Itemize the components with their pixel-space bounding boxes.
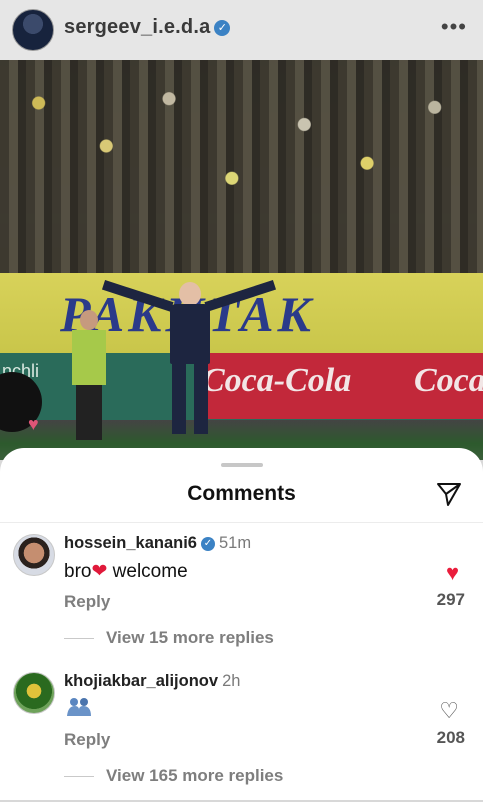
verified-badge-icon: ✓ xyxy=(214,19,231,36)
comments-title: Comments xyxy=(187,482,296,505)
steward-figure xyxy=(68,310,108,440)
comment-item: khojiakbar_alijonov 2h Reply ♡ 208 View 1… xyxy=(0,672,483,802)
more-options-icon[interactable]: ••• xyxy=(441,14,467,40)
commenter-avatar[interactable] xyxy=(13,672,55,714)
comment-time: 2h xyxy=(222,672,241,690)
small-heart-icon: ♥ xyxy=(28,414,39,434)
commenter-username[interactable]: hossein_kanani6 ✓ 51m xyxy=(64,534,251,553)
drag-handle[interactable] xyxy=(221,463,263,467)
reply-button[interactable]: Reply xyxy=(64,592,110,612)
comment-text: bro❤ welcome xyxy=(64,561,188,582)
view-more-replies-button[interactable]: View 165 more replies xyxy=(64,766,283,786)
player-figure xyxy=(101,279,277,442)
heart-emoji-icon: ❤ xyxy=(91,561,108,582)
send-icon[interactable] xyxy=(435,480,463,508)
like-count: 297 xyxy=(436,590,465,609)
ad-text-right: Coca xyxy=(414,362,483,399)
reply-button[interactable]: Reply xyxy=(64,730,110,750)
replies-divider xyxy=(64,775,94,777)
post-photo[interactable]: PAKHTAK Coca-Cola Coca nchli kal ♥ xyxy=(0,60,483,460)
people-hugging-icon xyxy=(67,698,91,716)
comment-time: 51m xyxy=(218,534,252,552)
post-author-username[interactable]: sergeev_i.e.d.a ✓ xyxy=(64,16,231,39)
heart-outline-icon[interactable]: ♡ xyxy=(439,698,459,724)
heart-filled-icon[interactable]: ♥ xyxy=(446,560,459,586)
replies-divider xyxy=(64,637,94,639)
ad-text-left: Coca-Cola xyxy=(202,362,352,399)
comments-sheet: Comments hossein_kanani6 ✓ 51m bro❤ welcom… xyxy=(0,448,483,800)
crowd-background xyxy=(0,60,483,275)
sheet-divider xyxy=(0,522,483,523)
post-header: sergeev_i.e.d.a ✓ ••• xyxy=(0,0,483,60)
like-count: 208 xyxy=(436,728,465,747)
view-more-replies-button[interactable]: View 15 more replies xyxy=(64,628,274,648)
commenter-avatar[interactable] xyxy=(13,534,55,576)
comment-item: hossein_kanani6 ✓ 51m bro❤ welcome Reply ♥… xyxy=(0,534,483,664)
post-author-avatar[interactable] xyxy=(12,9,54,51)
verified-badge-icon: ✓ xyxy=(200,536,215,551)
commenter-username[interactable]: khojiakbar_alijonov 2h xyxy=(64,672,240,691)
